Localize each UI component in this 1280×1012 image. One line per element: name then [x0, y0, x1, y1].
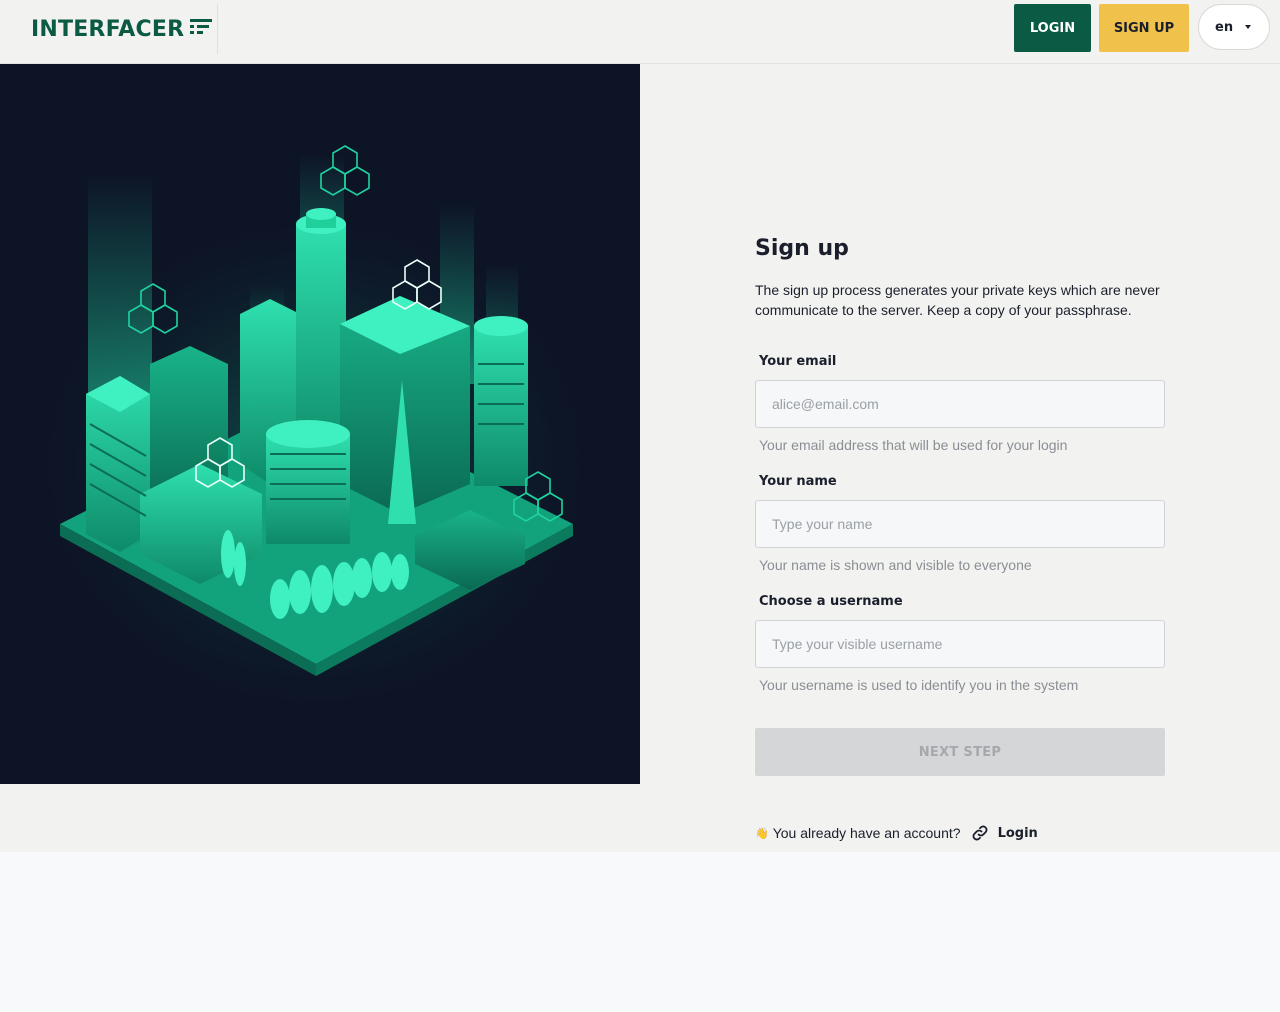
name-field[interactable] [755, 500, 1165, 548]
language-select[interactable]: en [1198, 4, 1270, 50]
name-label: Your name [759, 474, 837, 489]
login-button[interactable]: LOGIN [1014, 4, 1091, 52]
email-field[interactable] [755, 380, 1165, 428]
email-help: Your email address that will be used for… [759, 437, 1068, 453]
login-link[interactable]: Login [998, 826, 1038, 841]
language-value: en [1215, 19, 1234, 35]
next-step-button[interactable]: NEXT STEP [755, 728, 1165, 776]
waving-hand-icon: 👋 [755, 827, 769, 840]
header-divider [217, 4, 218, 54]
top-navbar: INTERFACER LOGIN SIGN UP en [0, 0, 1280, 64]
username-label: Choose a username [759, 594, 903, 609]
link-icon [971, 824, 989, 842]
email-label: Your email [759, 354, 837, 369]
intro-text: The sign up process generates your priva… [755, 282, 1160, 318]
city-illustration [0, 64, 640, 784]
chevron-down-icon [1245, 25, 1251, 29]
interfacer-logo[interactable]: INTERFACER [31, 14, 213, 44]
login-prompt-row: 👋 You already have an account? Login [755, 824, 1038, 842]
name-help: Your name is shown and visible to everyo… [759, 557, 1032, 573]
logo-text: INTERFACER [31, 16, 185, 42]
username-field[interactable] [755, 620, 1165, 668]
account-prompt-text: You already have an account? [772, 825, 961, 841]
logo-bars-icon [190, 18, 213, 40]
page-title: Sign up [755, 236, 849, 261]
username-help: Your username is used to identify you in… [759, 677, 1079, 693]
signup-button[interactable]: SIGN UP [1099, 4, 1189, 52]
